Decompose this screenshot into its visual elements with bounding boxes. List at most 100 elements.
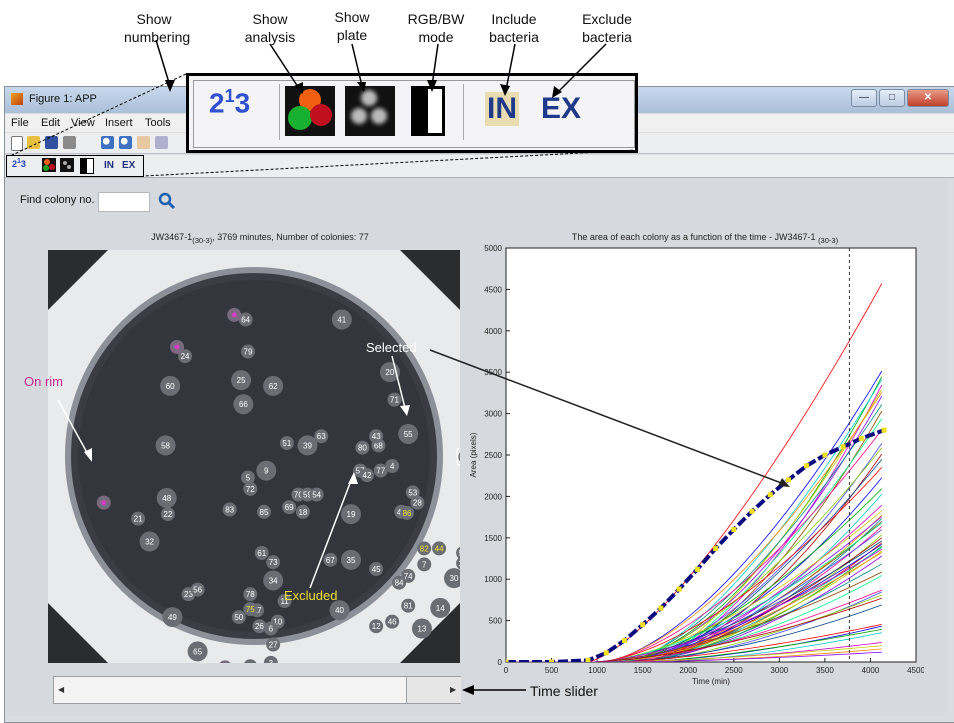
colony-label[interactable]: 43 xyxy=(372,432,381,441)
analysis-small-icon[interactable] xyxy=(42,158,56,172)
colony-label[interactable]: 85 xyxy=(260,508,269,517)
rgb-bw-small-icon[interactable] xyxy=(80,158,94,174)
print-icon[interactable] xyxy=(63,136,76,149)
colony-label[interactable]: 80 xyxy=(358,444,367,453)
colony-label[interactable]: 7 xyxy=(422,560,427,569)
colony-label[interactable]: 72 xyxy=(246,485,255,494)
search-icon[interactable] xyxy=(158,192,176,210)
colony-label[interactable]: 60 xyxy=(166,382,175,391)
numbering-button[interactable]: 213 xyxy=(209,86,250,119)
time-slider[interactable]: ◀ ▶ xyxy=(53,676,461,704)
plate-button[interactable] xyxy=(345,86,395,136)
rgb-bw-button[interactable] xyxy=(411,86,445,136)
colony-label[interactable]: 83 xyxy=(225,505,234,514)
colony-label[interactable]: 61 xyxy=(257,549,266,558)
colony-label[interactable]: 42 xyxy=(363,471,372,480)
colony-label[interactable]: 25 xyxy=(237,376,246,385)
colony-label[interactable]: 65 xyxy=(193,647,202,656)
colony-label[interactable]: 32 xyxy=(145,538,154,547)
analysis-button[interactable] xyxy=(285,86,335,136)
selected-series-point[interactable] xyxy=(676,586,682,592)
colony-label[interactable]: 77 xyxy=(376,467,385,476)
colony-label[interactable]: 79 xyxy=(244,348,253,357)
selected-series-point[interactable] xyxy=(858,435,864,441)
rotate-icon[interactable] xyxy=(155,136,168,149)
colony-label[interactable]: 57 xyxy=(459,549,460,558)
menu-edit[interactable]: Edit xyxy=(41,117,60,129)
colony-label[interactable]: 30 xyxy=(450,574,459,583)
colony-label[interactable]: 58 xyxy=(161,441,170,450)
pan-hand-icon[interactable] xyxy=(137,136,150,149)
include-small-button[interactable]: IN xyxy=(104,160,114,171)
colony-label[interactable]: 5 xyxy=(246,473,251,482)
colony-label[interactable]: 27 xyxy=(269,641,278,650)
selected-series-point[interactable] xyxy=(694,566,700,572)
colony-label[interactable]: 64 xyxy=(241,316,250,325)
selected-series-point[interactable] xyxy=(603,650,609,656)
plate-image[interactable]: 64 41 24 79 60 25 62 20 66 71 58 51 39 63 55 80 68 43 9 5 72… xyxy=(48,250,460,663)
excluded-colony-label[interactable]: 86 xyxy=(403,509,412,518)
colony-label[interactable]: 45 xyxy=(372,565,381,574)
maximize-button[interactable]: □ xyxy=(879,89,905,107)
new-file-icon[interactable] xyxy=(11,136,23,151)
excluded-colony-label[interactable]: 44 xyxy=(435,544,444,553)
colony-label[interactable]: 63 xyxy=(317,432,326,441)
menu-tools[interactable]: Tools xyxy=(145,117,171,129)
menu-file[interactable]: File xyxy=(11,117,29,129)
colony-label[interactable]: 3 xyxy=(269,659,274,663)
colony-label[interactable]: 56 xyxy=(193,586,202,595)
colony-label[interactable]: 39 xyxy=(303,441,312,450)
excluded-colony-label[interactable]: 75 xyxy=(246,605,255,614)
selected-series-point[interactable] xyxy=(640,622,646,628)
slider-left-arrow-icon[interactable]: ◀ xyxy=(58,685,64,694)
colony-label[interactable]: 54 xyxy=(312,491,321,500)
zoom-in-icon[interactable] xyxy=(101,136,114,149)
selected-series-point[interactable] xyxy=(504,659,509,665)
selected-series-point[interactable] xyxy=(731,527,737,533)
colony-label[interactable]: 73 xyxy=(269,558,278,567)
selected-series-point[interactable] xyxy=(749,508,755,514)
selected-series-point[interactable] xyxy=(840,444,846,450)
selected-series-point[interactable] xyxy=(549,659,555,665)
colony-label[interactable]: 26 xyxy=(255,622,264,631)
plate-small-icon[interactable] xyxy=(60,158,74,172)
colony-label[interactable]: 49 xyxy=(168,613,177,622)
minimize-button[interactable]: — xyxy=(851,89,877,107)
close-button[interactable]: ✕ xyxy=(907,89,949,107)
colony-label[interactable]: 51 xyxy=(282,439,291,448)
selected-series-point[interactable] xyxy=(713,546,719,552)
colony-label[interactable]: 40 xyxy=(335,606,344,615)
colony-label[interactable]: 14 xyxy=(436,604,445,613)
colony-label[interactable]: 66 xyxy=(239,400,248,409)
exclude-button[interactable]: EX xyxy=(541,92,581,126)
colony-label[interactable]: 78 xyxy=(246,590,255,599)
find-colony-input[interactable] xyxy=(98,192,150,212)
selected-series-point[interactable] xyxy=(785,477,791,483)
colony-label[interactable]: 13 xyxy=(417,625,426,634)
colony-label[interactable]: 28 xyxy=(413,499,422,508)
excluded-colony-label[interactable]: 82 xyxy=(420,544,429,553)
menu-view[interactable]: View xyxy=(71,117,95,129)
colony-label[interactable]: 62 xyxy=(269,382,278,391)
exclude-small-button[interactable]: EX xyxy=(122,160,135,171)
colony-label[interactable]: 46 xyxy=(388,618,397,627)
colony-label[interactable]: 41 xyxy=(337,316,346,325)
selected-series-point[interactable] xyxy=(804,463,810,469)
colony-label[interactable]: 6 xyxy=(269,625,274,634)
colony-label[interactable]: 38 xyxy=(246,662,255,663)
numbering-small-icon[interactable]: 213 xyxy=(12,158,26,169)
zoom-out-icon[interactable] xyxy=(119,136,132,149)
slider-right-arrow-icon[interactable]: ▶ xyxy=(450,685,456,694)
colony-label[interactable]: 34 xyxy=(269,576,278,585)
colony-label[interactable]: 74 xyxy=(404,572,413,581)
colony-label[interactable]: 19 xyxy=(347,510,356,519)
selected-series-point[interactable] xyxy=(822,452,828,458)
include-button[interactable]: IN xyxy=(485,92,519,126)
colony-label[interactable]: 81 xyxy=(404,602,413,611)
colony-label[interactable]: 24 xyxy=(181,352,190,361)
colony-label[interactable]: 4 xyxy=(390,462,395,471)
menu-insert[interactable]: Insert xyxy=(105,117,133,129)
colony-label[interactable]: 9 xyxy=(264,467,269,476)
colony-label[interactable]: 18 xyxy=(298,508,307,517)
colony-label[interactable]: 20 xyxy=(385,368,394,377)
